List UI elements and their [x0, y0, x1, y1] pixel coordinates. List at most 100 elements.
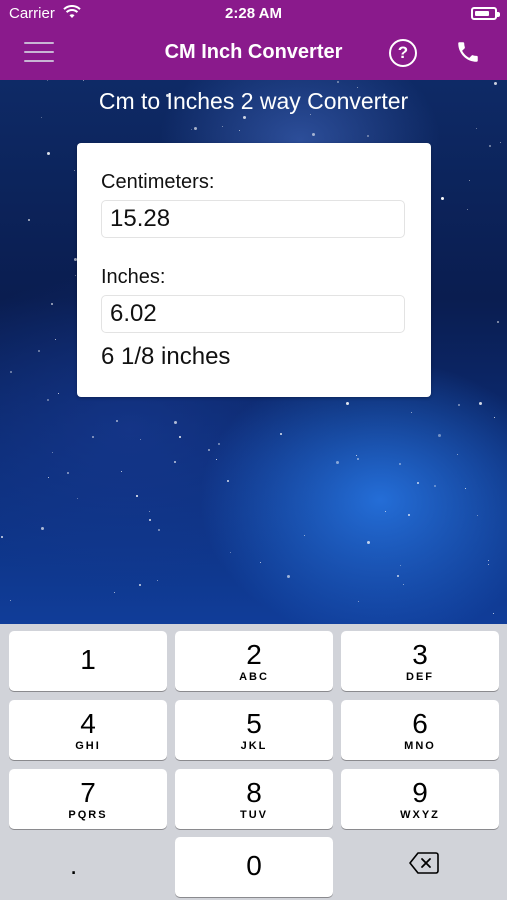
- help-icon[interactable]: ?: [389, 39, 417, 67]
- star: [488, 560, 489, 561]
- star: [399, 463, 401, 465]
- key-digit: 1: [80, 644, 96, 675]
- key-0[interactable]: 0: [175, 837, 333, 897]
- star: [149, 511, 150, 512]
- key-8[interactable]: 8 TUV: [175, 769, 333, 829]
- star: [434, 485, 436, 487]
- numeric-keypad: 1 2 ABC 3 DEF 4 GHI 5 JKL 6 MNO 7 PQRS 8 TUV 9W…: [0, 624, 507, 900]
- star: [441, 197, 444, 200]
- star: [216, 459, 217, 460]
- key-letters: GHI: [75, 740, 101, 752]
- inches-label: Inches:: [101, 266, 166, 288]
- fraction-result: 6 1/8 inches: [101, 343, 231, 370]
- key-6[interactable]: 6 MNO: [341, 700, 499, 760]
- star: [408, 514, 410, 516]
- converter-card: Centimeters: 15.28 Inches: 6.02 6 1/8 in…: [77, 143, 431, 397]
- centimeters-label: Centimeters:: [101, 171, 215, 193]
- centimeters-input[interactable]: 15.28: [101, 200, 405, 238]
- star: [48, 477, 49, 478]
- star: [47, 399, 49, 401]
- star: [493, 613, 494, 614]
- star: [218, 443, 220, 445]
- star: [467, 209, 468, 210]
- star: [194, 127, 197, 130]
- status-bar: Carrier 2:28 AM: [0, 0, 507, 28]
- star: [358, 601, 359, 602]
- star: [476, 128, 477, 129]
- key-7[interactable]: 7 PQRS: [9, 769, 167, 829]
- key-letters: PQRS: [68, 809, 108, 821]
- star: [357, 458, 359, 460]
- star: [477, 515, 478, 516]
- star: [136, 495, 138, 497]
- star: [458, 404, 460, 406]
- star: [385, 511, 386, 512]
- star: [417, 482, 419, 484]
- key-9[interactable]: 9 WXYZ: [341, 769, 499, 829]
- star: [41, 527, 44, 530]
- star: [38, 350, 40, 352]
- key-digit: 2: [246, 639, 262, 670]
- star: [239, 130, 240, 131]
- star: [114, 592, 115, 593]
- battery-icon: [471, 7, 500, 20]
- page-title: CM Inch Converter: [164, 41, 343, 63]
- phone-icon[interactable]: [455, 39, 481, 65]
- key-1[interactable]: 1: [9, 631, 167, 691]
- converter-heading: Cm to Inches 2 way Converter: [98, 88, 409, 114]
- key-letters: WXYZ: [400, 809, 440, 821]
- top-bar: Carrier 2:28 AM CM Inch Converter ?: [0, 0, 507, 80]
- star: [479, 402, 482, 405]
- star: [75, 275, 76, 276]
- star: [28, 219, 30, 221]
- star: [500, 142, 501, 143]
- key-letters: JKL: [240, 740, 268, 752]
- inches-input[interactable]: 6.02: [101, 295, 405, 333]
- star: [457, 454, 458, 455]
- delete-icon[interactable]: [409, 852, 439, 874]
- star: [489, 145, 491, 147]
- star: [74, 170, 75, 171]
- star: [287, 575, 290, 578]
- key-5[interactable]: 5 JKL: [175, 700, 333, 760]
- star: [367, 135, 369, 137]
- star: [280, 433, 282, 435]
- star: [227, 480, 229, 482]
- star: [140, 439, 141, 440]
- key-letters: TUV: [240, 809, 268, 821]
- star: [10, 371, 12, 373]
- star: [497, 321, 499, 323]
- star: [179, 436, 181, 438]
- star: [47, 152, 50, 155]
- star: [41, 117, 42, 118]
- key-3[interactable]: 3 DEF: [341, 631, 499, 691]
- star: [1, 536, 3, 538]
- key-digit: 0: [246, 850, 262, 881]
- star: [438, 434, 441, 437]
- star: [83, 80, 84, 81]
- key-letters: DEF: [406, 671, 434, 683]
- key-digit: 6: [412, 708, 428, 739]
- clock: 2:28 AM: [225, 5, 282, 22]
- star: [346, 402, 349, 405]
- star: [158, 529, 160, 531]
- star: [400, 565, 401, 566]
- star: [47, 80, 48, 81]
- star: [222, 126, 223, 127]
- key-letters: ABC: [239, 671, 269, 683]
- key-4[interactable]: 4 GHI: [9, 700, 167, 760]
- key-decimal[interactable]: .: [70, 850, 77, 881]
- star: [55, 339, 56, 340]
- star: [230, 552, 231, 553]
- key-digit: 8: [246, 777, 262, 808]
- key-2[interactable]: 2 ABC: [175, 631, 333, 691]
- key-digit: 9: [412, 777, 428, 808]
- star: [243, 116, 246, 119]
- key-digit: 3: [412, 639, 428, 670]
- key-digit: 4: [80, 708, 96, 739]
- key-digit: 7: [80, 777, 96, 808]
- star: [174, 421, 177, 424]
- star: [469, 180, 470, 181]
- star: [494, 82, 497, 85]
- star: [52, 452, 53, 453]
